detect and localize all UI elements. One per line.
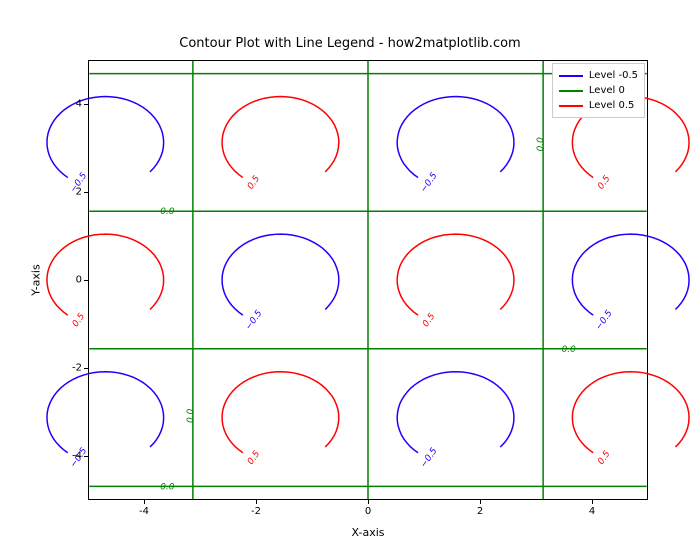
contour-svg: 0.00.00.00.00.00.0−0.50.5−0.50.50.5−0.50…	[89, 61, 647, 499]
legend-swatch	[559, 105, 583, 107]
svg-text:−0.5: −0.5	[594, 308, 615, 332]
svg-text:0.5: 0.5	[596, 174, 613, 192]
svg-text:0.5: 0.5	[246, 449, 263, 467]
legend-label: Level 0.5	[589, 100, 634, 111]
svg-text:−0.5: −0.5	[419, 446, 440, 470]
y-tick: 2	[76, 187, 82, 198]
y-tick: 4	[76, 99, 82, 110]
legend-label: Level -0.5	[589, 70, 638, 81]
x-tick: -2	[251, 506, 261, 517]
x-tick: 4	[589, 506, 595, 517]
svg-text:0.0: 0.0	[186, 408, 196, 423]
y-axis-label: Y-axis	[30, 264, 43, 295]
x-tick: 2	[477, 506, 483, 517]
x-tick: 0	[365, 506, 371, 517]
legend-item: Level -0.5	[559, 68, 638, 83]
page-title: Contour Plot with Line Legend - how2matp…	[0, 36, 700, 51]
svg-text:0.0: 0.0	[160, 207, 175, 217]
legend-item: Level 0.5	[559, 98, 638, 113]
legend-swatch	[559, 90, 583, 92]
legend-swatch	[559, 75, 583, 77]
svg-text:−0.5: −0.5	[244, 308, 265, 332]
legend-item: Level 0	[559, 83, 638, 98]
svg-text:0.5: 0.5	[246, 174, 263, 192]
y-tick: 0	[76, 275, 82, 286]
svg-text:0.0: 0.0	[562, 345, 577, 355]
x-axis-label: X-axis	[88, 526, 648, 539]
svg-text:0.0: 0.0	[160, 482, 175, 492]
svg-text:−0.5: −0.5	[419, 171, 440, 195]
svg-text:0.5: 0.5	[421, 311, 438, 329]
svg-text:0.5: 0.5	[596, 449, 613, 467]
x-tick: -4	[139, 506, 149, 517]
legend: Level -0.5 Level 0 Level 0.5	[552, 63, 645, 118]
y-tick: -2	[72, 363, 82, 374]
legend-label: Level 0	[589, 85, 625, 96]
svg-text:0.0: 0.0	[536, 137, 546, 152]
contour-plot: 0.00.00.00.00.00.0−0.50.5−0.50.50.5−0.50…	[88, 60, 648, 500]
y-tick: -4	[72, 451, 82, 462]
svg-text:0.5: 0.5	[71, 311, 88, 329]
